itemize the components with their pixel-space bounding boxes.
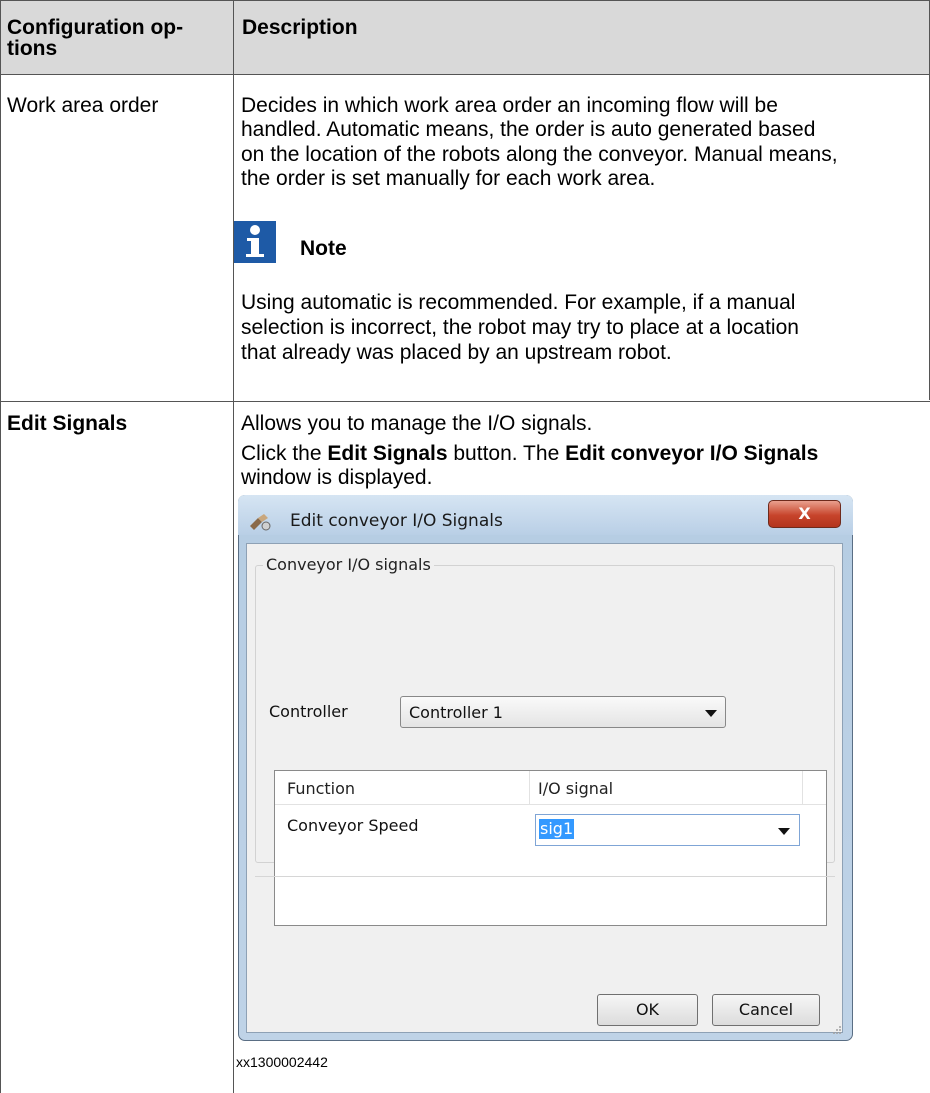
header-description: Description [242,16,358,39]
note-line: selection is incorrect, the robot may tr… [241,316,799,339]
dialog-title: Edit conveyor I/O Signals [290,511,503,531]
controller-label: Controller [269,702,348,721]
info-icon [234,221,276,263]
text-run: button. The [447,442,566,465]
grid-header-function[interactable]: Function [287,779,355,798]
option-edit-signals: Edit Signals [7,412,128,435]
chevron-down-icon [778,828,790,835]
divider [255,876,835,877]
signals-grid: Function I/O signal Conveyor Speed sig1 [274,770,827,926]
description-line: Decides in which work area order an inco… [241,94,778,117]
controller-dropdown[interactable]: Controller 1 [400,696,726,728]
ok-button[interactable]: OK [597,994,698,1026]
dialog-client-area: Conveyor I/O signals Controller Controll… [246,543,843,1034]
close-button[interactable]: X [768,500,841,528]
io-signal-value: sig1 [539,819,575,839]
edit-signals-line2: Click the Edit Signals button. The Edit … [241,442,818,467]
text-run: Click the [241,442,328,465]
note-label: Note [300,237,347,260]
resize-grip-icon[interactable] [832,1022,842,1034]
text-run-bold: Edit conveyor I/O Signals [565,442,819,465]
option-work-area-order: Work area order [7,94,159,117]
table-left-border [0,0,1,1093]
edit-conveyor-io-dialog: Edit conveyor I/O Signals X Conveyor I/O… [238,495,855,1043]
description-line: on the location of the robots along the … [241,143,838,166]
figure-caption: xx1300002442 [236,1054,328,1070]
text-run-bold: Edit Signals [327,442,448,465]
edit-signals-line3: window is displayed. [241,466,433,489]
table-column-divider [233,0,234,1093]
grid-cell-function: Conveyor Speed [287,816,419,835]
app-icon [248,512,272,532]
io-signal-dropdown[interactable]: sig1 [535,814,800,846]
grid-header-row: Function I/O signal [275,771,826,805]
note-line: Using automatic is recommended. For exam… [241,291,796,314]
controller-dropdown-value: Controller 1 [409,703,503,722]
grid-header-separator [802,771,803,804]
grid-header-io-signal[interactable]: I/O signal [538,779,613,798]
table-row-divider [0,401,930,402]
description-line: handled. Automatic means, the order is a… [241,118,816,141]
header-config-options-line1: Configuration op- [7,16,184,39]
grid-header-separator [529,771,530,804]
groupbox-label: Conveyor I/O signals [263,555,434,574]
chevron-down-icon [705,710,717,717]
description-line: the order is set manually for each work … [241,167,656,190]
cancel-button[interactable]: Cancel [712,994,820,1026]
edit-signals-line1: Allows you to manage the I/O signals. [241,412,593,435]
dialog-titlebar: Edit conveyor I/O Signals X [238,495,853,535]
configuration-table: Configuration op- tions Description Work… [0,0,930,1093]
note-line: that already was placed by an upstream r… [241,341,672,364]
header-config-options-line2: tions [7,37,58,60]
